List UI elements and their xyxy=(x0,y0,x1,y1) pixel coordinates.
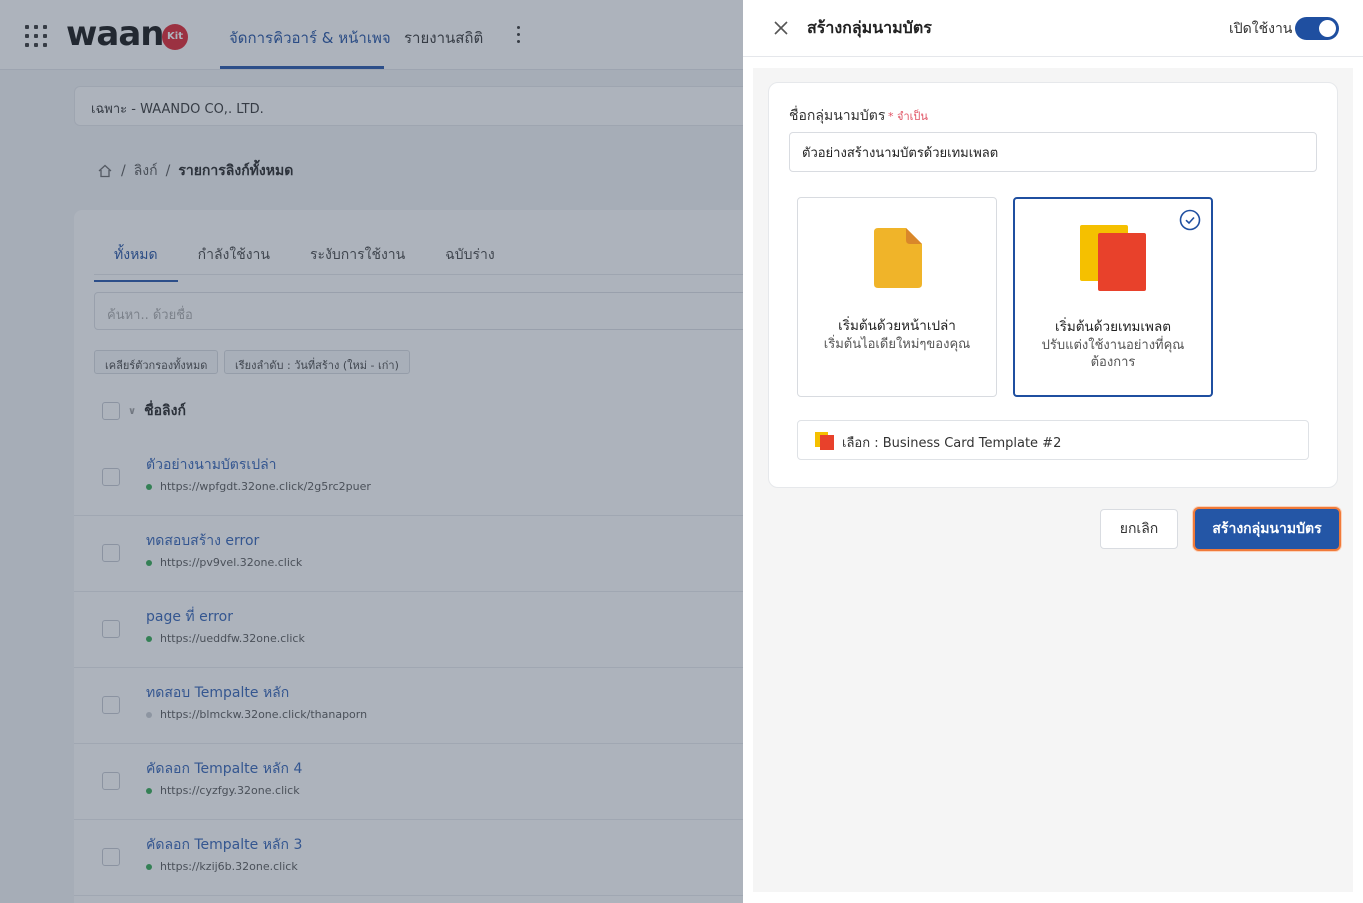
cancel-button[interactable]: ยกเลิก xyxy=(1100,509,1178,549)
group-name-label: ชื่อกลุ่มนามบัตร xyxy=(789,108,886,124)
option-title: เริ่มต้นด้วยหน้าเปล่า xyxy=(838,318,956,334)
template-small-icon xyxy=(815,432,834,450)
option-blank-start[interactable]: เริ่มต้นด้วยหน้าเปล่า เริ่มต้นไอเดียใหม่… xyxy=(797,197,997,397)
create-card-group-drawer: สร้างกลุ่มนามบัตร เปิดใช้งาน ชื่อกลุ่มนา… xyxy=(743,0,1363,903)
drawer-body: ชื่อกลุ่มนามบัตร * จำเป็น เริ่มต้นด้วยหน… xyxy=(753,68,1353,892)
blank-page-icon xyxy=(874,228,922,288)
group-name-input[interactable] xyxy=(789,132,1317,172)
check-circle-icon xyxy=(1179,209,1201,231)
toggle-knob xyxy=(1319,20,1336,37)
enable-toggle[interactable] xyxy=(1295,17,1339,40)
option-template-start[interactable]: เริ่มต้นด้วยเทมเพลต ปรับแต่งใช้งานอย่างท… xyxy=(1013,197,1213,397)
option-title: เริ่มต้นด้วยเทมเพลต xyxy=(1055,319,1171,335)
option-subtitle: ปรับแต่งใช้งานอย่างที่คุณต้องการ xyxy=(1041,338,1185,370)
close-icon[interactable] xyxy=(772,19,790,37)
create-group-button[interactable]: สร้างกลุ่มนามบัตร xyxy=(1193,507,1341,551)
drawer-title: สร้างกลุ่มนามบัตร xyxy=(807,18,932,37)
required-indicator: * จำเป็น xyxy=(888,110,928,123)
option-subtitle: เริ่มต้นไอเดียใหม่ๆของคุณ xyxy=(823,337,971,352)
drawer-header: สร้างกลุ่มนามบัตร เปิดใช้งาน xyxy=(743,0,1363,57)
selected-template-text: เลือก : Business Card Template #2 xyxy=(842,436,1062,451)
template-icon xyxy=(1080,225,1146,291)
form-card: ชื่อกลุ่มนามบัตร * จำเป็น เริ่มต้นด้วยหน… xyxy=(768,82,1338,488)
selected-template-field[interactable]: เลือก : Business Card Template #2 xyxy=(797,420,1309,460)
modal-backdrop[interactable] xyxy=(0,0,743,903)
enable-label: เปิดใช้งาน xyxy=(1229,21,1293,37)
